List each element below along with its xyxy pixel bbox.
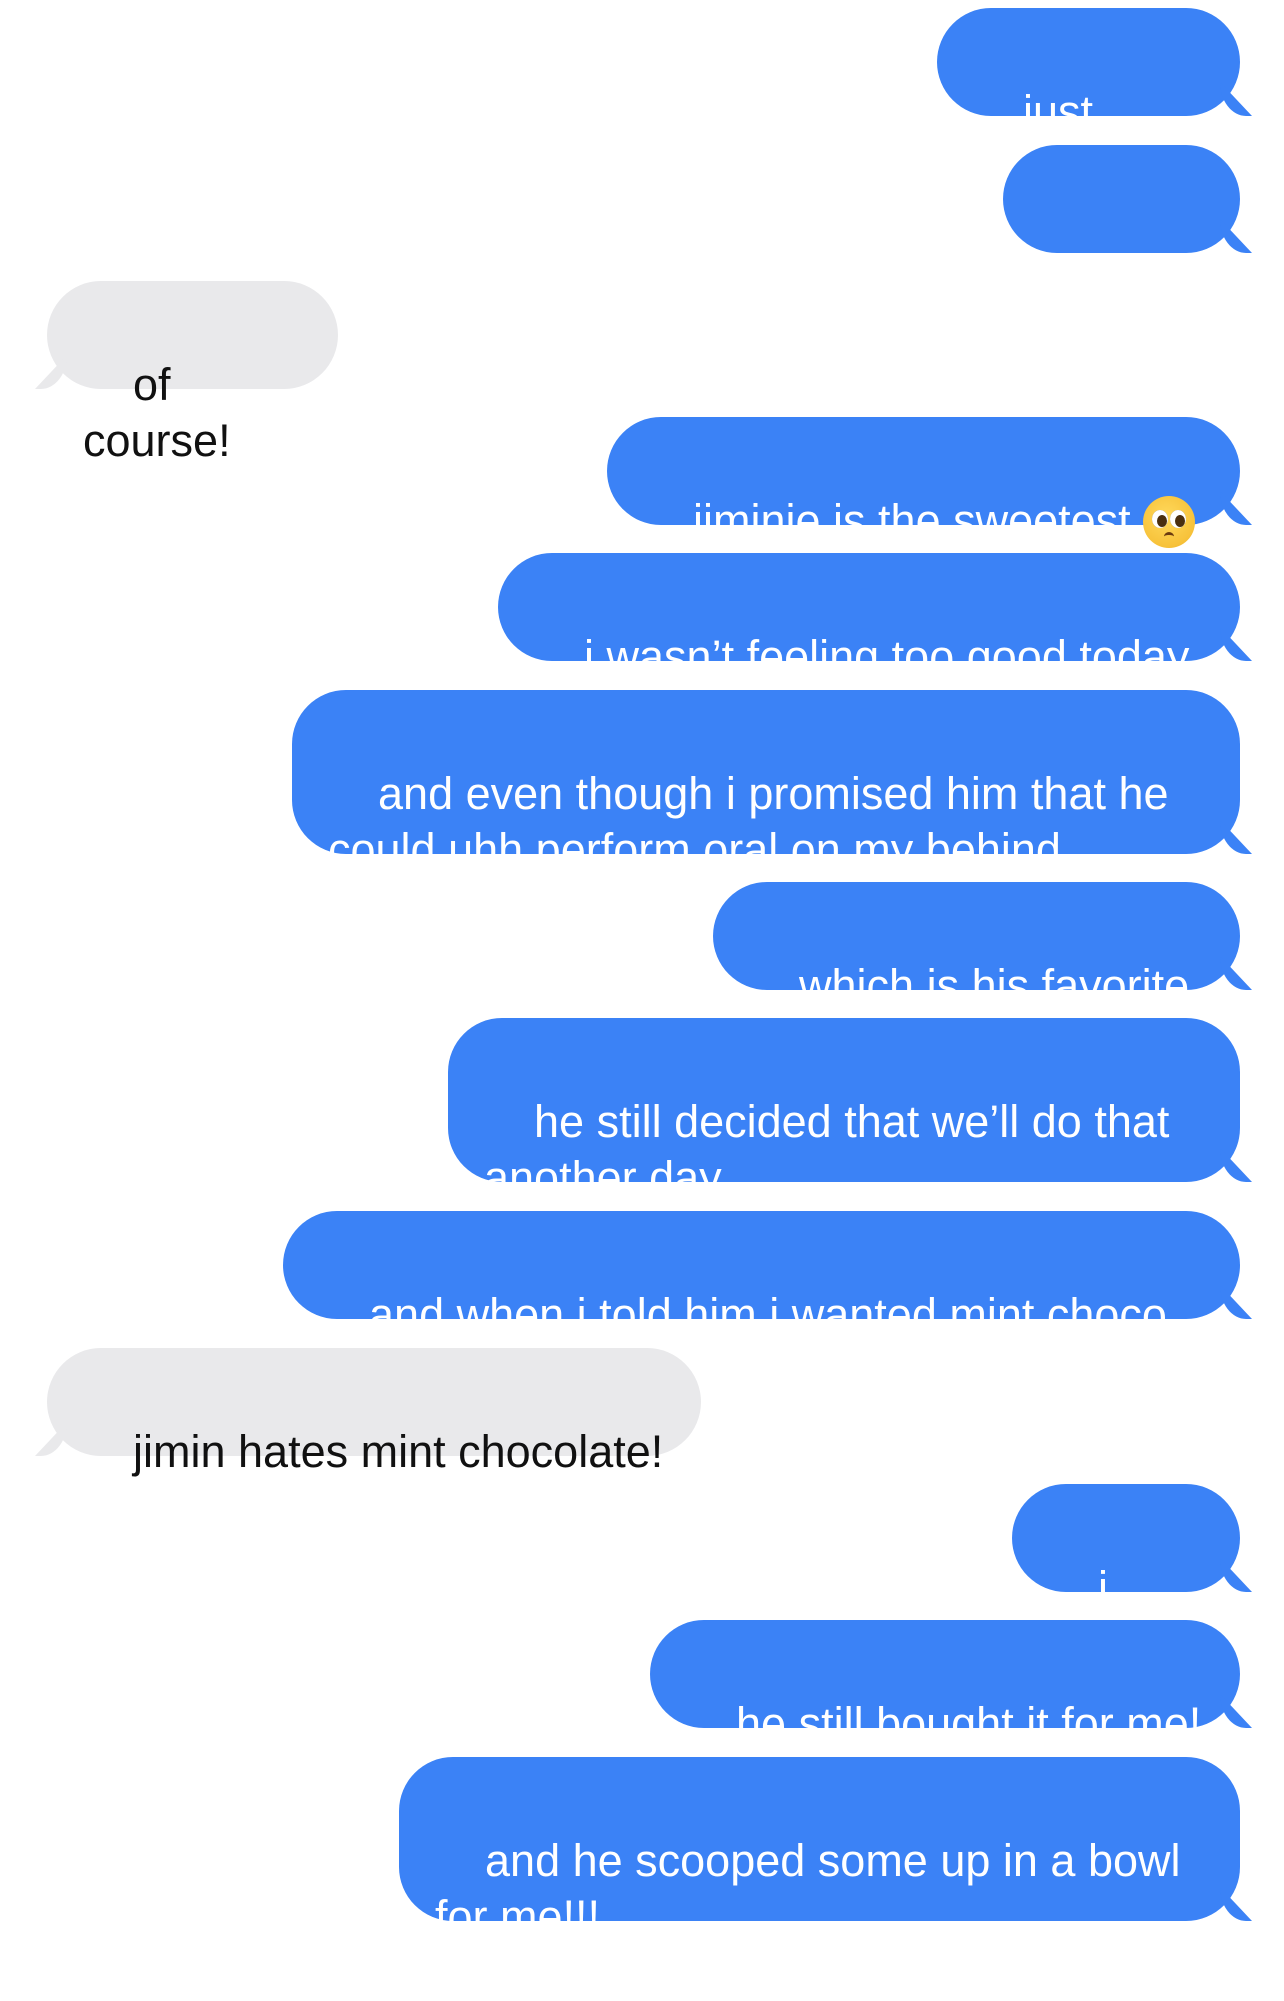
message-text: i wasn’t feeling too good today — [584, 631, 1190, 682]
message-text: and when i told him i wanted mint choco — [369, 1289, 1167, 1340]
outgoing-message[interactable]: i wasn’t feeling too good today — [498, 553, 1240, 682]
message-text: he still decided that we’ll do that anot… — [484, 1096, 1170, 1203]
message-text: jimin hates mint chocolate! — [133, 1426, 664, 1477]
outgoing-message[interactable]: just listen? — [937, 8, 1240, 193]
outgoing-message[interactable]: jiminie is the sweetest — [607, 417, 1240, 548]
pleading-face-icon — [1142, 496, 1195, 548]
outgoing-message[interactable]: and he scooped some up in a bowl for me!… — [399, 1757, 1240, 1942]
outgoing-message[interactable]: and even though i promised him that he c… — [292, 690, 1240, 875]
message-thread: just listen? please? of course! jiminie … — [0, 0, 1284, 1942]
incoming-message[interactable]: of course! — [47, 281, 338, 466]
message-text: of course! — [83, 359, 231, 466]
outgoing-message[interactable]: he still bought it for me! — [650, 1620, 1240, 1749]
outgoing-message[interactable]: he still decided that we’ll do that anot… — [448, 1018, 1240, 1203]
outgoing-message[interactable]: which is his favorite ! — [713, 882, 1240, 1067]
incoming-message[interactable]: jimin hates mint chocolate! — [47, 1348, 701, 1477]
message-text: he still bought it for me! — [736, 1698, 1202, 1749]
message-text: and he scooped some up in a bowl for me!… — [435, 1835, 1181, 1942]
outgoing-message[interactable]: please? — [1003, 145, 1240, 330]
outgoing-message[interactable]: i know! — [1012, 1484, 1240, 1669]
outgoing-message[interactable]: and when i told him i wanted mint choco — [283, 1211, 1240, 1340]
message-text: please? — [1039, 279, 1197, 330]
message-text: jiminie is the sweetest — [693, 495, 1131, 546]
message-text: and even though i promised him that he c… — [328, 768, 1169, 875]
